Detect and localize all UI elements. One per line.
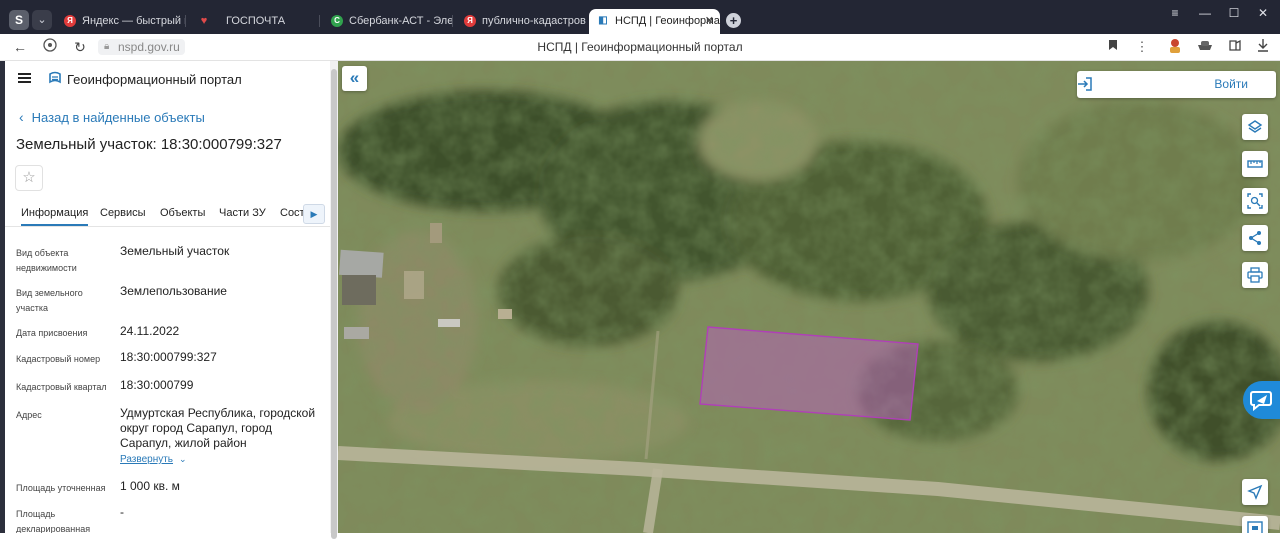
gospochta-favicon-icon: ♥ <box>200 15 208 27</box>
legend-icon <box>1247 521 1263 533</box>
sberbank-favicon-icon: C <box>331 15 343 27</box>
login-label: Войти <box>1214 77 1248 91</box>
tabs-menu-chevron-icon[interactable]: ⌄ <box>32 10 52 30</box>
back-to-results-link[interactable]: ‹ Назад в найденные объекты <box>19 109 205 125</box>
address-value: Удмуртская Республика, городской округ г… <box>120 406 316 450</box>
property-value: 1 000 кв. м <box>120 479 180 493</box>
address-bar: ← ↻ 🔒︎ nspd.gov.ru НСПД | Геоинформацион… <box>0 34 1280 61</box>
chevron-down-icon: ⌄ <box>179 454 187 464</box>
property-label: Вид объекта недвижимости <box>16 248 77 273</box>
maximize-icon[interactable]: ☐ <box>1224 6 1244 20</box>
back-link-label: Назад в найденные объекты <box>31 110 205 125</box>
close-window-icon[interactable]: ✕ <box>1253 6 1273 20</box>
share-icon <box>1249 231 1261 245</box>
browser-tab-bar: S ⌄ Я Яндекс — быстрый поиск ♥ ГОСПОЧТА … <box>0 0 1280 34</box>
ruler-icon <box>1247 160 1263 168</box>
tab-parts[interactable]: Части ЗУ <box>219 207 266 219</box>
collapse-panel-icon[interactable]: « <box>342 66 367 91</box>
tab-label: ГОСПОЧТА <box>226 15 286 27</box>
property-label: Вид земельного участка <box>16 288 83 313</box>
print-icon <box>1247 267 1263 283</box>
browser-tab-nspd[interactable]: ◧ НСПД | Геоинформац ✕ <box>589 9 720 34</box>
extension-avatar-icon[interactable] <box>1166 38 1184 56</box>
panel-scrollbar[interactable] <box>330 61 338 539</box>
browser-tab-kadastr-map[interactable]: Я публично-кадастровая к <box>456 9 586 33</box>
expand-label: Развернуть <box>120 454 174 465</box>
tabs-scroll-right-icon[interactable]: ▶ <box>303 204 325 224</box>
property-label: Дата присвоения <box>16 328 88 338</box>
url-field[interactable]: 🔒︎ nspd.gov.ru <box>98 39 185 55</box>
property-label: Площадь уточненная <box>16 483 106 493</box>
layers-icon <box>1247 120 1263 133</box>
browser-menu-icon[interactable]: ≡ <box>1165 6 1185 20</box>
legend-button[interactable] <box>1242 516 1268 533</box>
minimize-icon[interactable]: — <box>1195 6 1215 20</box>
browser-tab-sberbank-ast[interactable]: C Сбербанк-АСТ - Электро <box>323 9 453 33</box>
layers-button[interactable] <box>1242 114 1268 140</box>
property-value: 24.11.2022 <box>120 324 180 338</box>
property-label: Площадь декларированная <box>16 509 91 533</box>
tab-objects[interactable]: Объекты <box>160 207 205 219</box>
downloads-icon[interactable] <box>1254 38 1272 56</box>
scrollbar-thumb[interactable] <box>331 69 337 539</box>
map-view[interactable]: « Войти <box>338 61 1280 533</box>
reload-icon[interactable]: ↻ <box>71 38 89 56</box>
chevron-left-icon: ‹ <box>19 109 24 125</box>
chat-icon <box>1250 391 1272 411</box>
measure-button[interactable] <box>1242 151 1268 177</box>
cadastral-parcel-polygon[interactable] <box>699 326 919 421</box>
info-tabs: Информация Сервисы Объекты Части ЗУ Сост… <box>5 201 330 227</box>
property-row-address: Адрес Удмуртская Республика, городской о… <box>16 406 326 456</box>
yandex-favicon-icon: Я <box>464 15 476 27</box>
new-tab-plus-icon[interactable]: + <box>726 13 741 28</box>
nspd-favicon-icon: ◧ <box>598 15 608 26</box>
tab-label: Сбербанк-АСТ - Электро <box>349 15 453 27</box>
select-area-button[interactable] <box>1242 188 1268 214</box>
property-value: 18:30:000799 <box>120 378 194 392</box>
property-label: Адрес <box>16 410 42 420</box>
protect-shield-icon[interactable] <box>41 38 59 56</box>
page-title: НСПД | Геоинформационный портал <box>537 40 743 54</box>
browser-tab-gospochta[interactable]: ♥ ГОСПОЧТА <box>190 9 320 33</box>
url-text: nspd.gov.ru <box>118 40 180 54</box>
hamburger-menu-icon[interactable] <box>18 73 31 83</box>
object-title: Земельный участок: 18:30:000799:327 <box>16 136 282 153</box>
login-icon <box>1078 77 1092 91</box>
locate-me-button[interactable] <box>1242 479 1268 505</box>
yandex-favicon-icon: Я <box>64 15 76 27</box>
bookmark-icon[interactable] <box>1104 38 1122 56</box>
object-info-panel: Геоинформационный портал ‹ Назад в найден… <box>5 61 330 533</box>
close-tab-icon[interactable]: ✕ <box>705 9 714 33</box>
login-button[interactable]: Войти <box>1077 71 1276 98</box>
satellite-imagery[interactable] <box>338 61 1280 533</box>
select-area-icon <box>1247 193 1263 209</box>
tab-label: Яндекс — быстрый поиск <box>82 15 186 27</box>
property-label: Кадастровый квартал <box>16 382 107 392</box>
property-value: Земельный участок <box>120 244 230 258</box>
tab-label: публично-кадастровая к <box>482 15 586 27</box>
browser-logo-icon[interactable]: S <box>9 10 29 30</box>
more-options-icon[interactable]: ⋮ <box>1133 38 1151 56</box>
property-value: - <box>120 505 124 519</box>
browser-tab-yandex[interactable]: Я Яндекс — быстрый поиск <box>56 9 186 33</box>
print-button[interactable] <box>1242 262 1268 288</box>
share-button[interactable] <box>1242 225 1268 251</box>
tab-information[interactable]: Информация <box>21 207 89 226</box>
star-favorite-icon[interactable]: ☆ <box>15 165 43 191</box>
support-chat-button[interactable] <box>1243 381 1280 419</box>
lock-icon: 🔒︎ <box>104 41 110 52</box>
expand-address-link[interactable]: Развернуть ⌄ <box>120 454 187 465</box>
portal-name: Геоинформационный портал <box>67 72 242 87</box>
tab-services[interactable]: Сервисы <box>100 207 146 219</box>
property-value: 18:30:000799:327 <box>120 350 217 364</box>
extension-hat-icon[interactable] <box>1196 38 1214 56</box>
collections-icon[interactable] <box>1226 38 1244 56</box>
back-arrow-icon[interactable]: ← <box>11 38 29 56</box>
property-label: Кадастровый номер <box>16 354 101 364</box>
nspd-logo-icon <box>49 71 61 84</box>
property-value: Землепользование <box>120 284 227 298</box>
location-icon <box>1247 484 1263 500</box>
